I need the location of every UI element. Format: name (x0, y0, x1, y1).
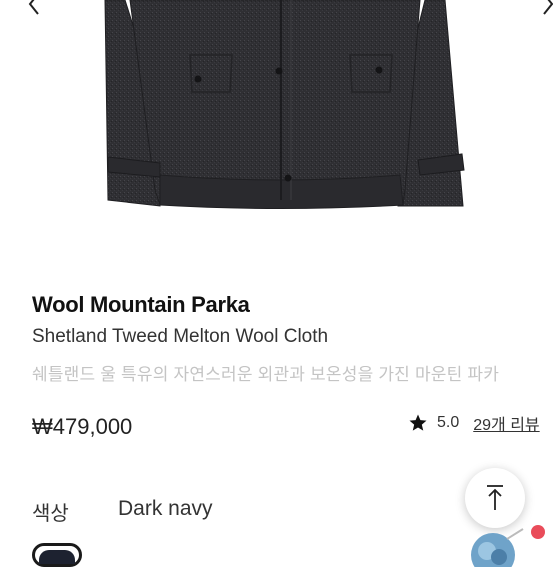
chat-widget-button[interactable] (463, 527, 533, 567)
reviews-link[interactable]: 29개 리뷰 (473, 411, 539, 435)
color-swatch-dark-navy[interactable] (32, 543, 82, 567)
chevron-right-icon (543, 0, 553, 15)
chevron-left-icon (28, 0, 39, 15)
product-description: 쉐틀랜드 울 특유의 자연스러운 외관과 보온성을 가진 마운틴 파카 (32, 365, 500, 384)
selected-color: Dark navy (118, 497, 213, 520)
rating-summary: 5.0 29개 리뷰 (408, 411, 540, 435)
color-option-label: 색상 (32, 503, 69, 525)
notification-badge (531, 525, 545, 539)
gallery-next-button[interactable] (536, 0, 553, 16)
product-title: Wool Mountain Parka (32, 292, 250, 317)
gallery-prev-button[interactable] (22, 0, 46, 16)
product-subtitle: Shetland Tweed Melton Wool Cloth (32, 326, 329, 347)
arrow-up-icon (487, 485, 503, 510)
product-price: ₩479,000 (32, 414, 133, 439)
rating-value: 5.0 (437, 414, 460, 431)
product-image-gallery[interactable] (0, 0, 553, 262)
scroll-to-top-button[interactable] (465, 468, 525, 528)
star-icon (409, 414, 427, 431)
product-image (104, 0, 465, 209)
